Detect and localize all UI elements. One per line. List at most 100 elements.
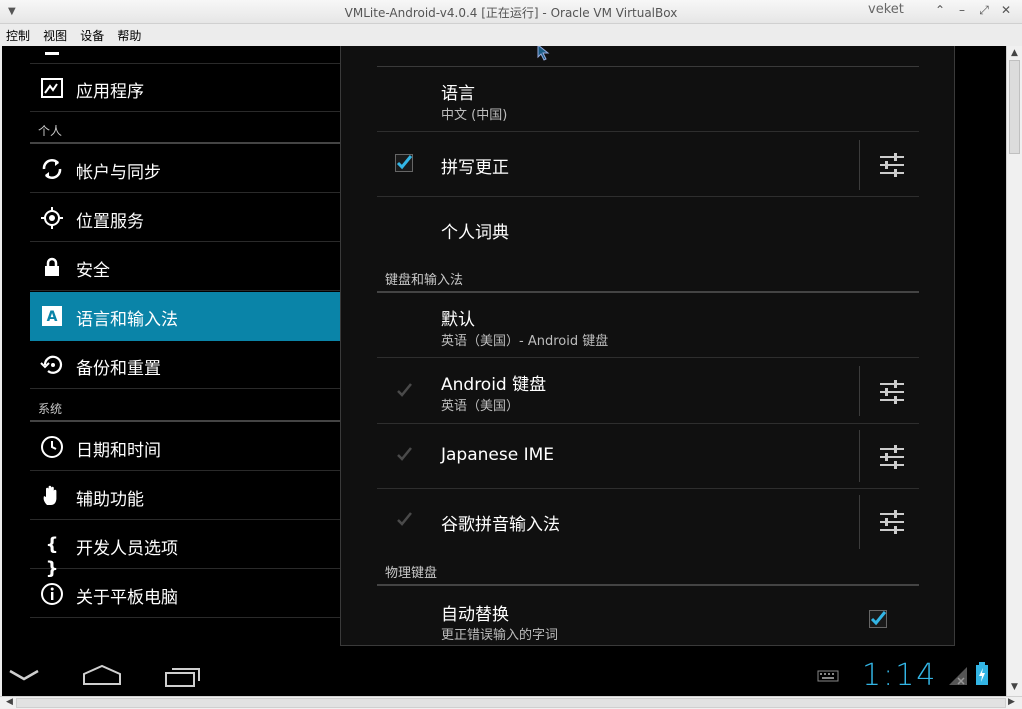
braces-icon: { } [45,534,59,579]
menu-control[interactable]: 控制 [0,24,30,44]
row-title: 语言 [441,84,475,104]
user-name: veket [868,2,904,17]
sidebar-item-backup[interactable]: 备份和重置 [30,341,340,389]
keyboard-notification-icon [817,670,839,682]
back-icon[interactable] [8,668,40,682]
hand-icon [40,484,64,508]
recent-apps-icon[interactable] [164,664,202,688]
sidebar-item-label: 辅助功能 [76,490,144,510]
backup-restore-icon [40,353,64,377]
keyboard-a-icon: A [40,304,64,328]
sidebar-item-label: 帐户与同步 [76,163,161,183]
sidebar-item-label: 安全 [76,261,110,281]
row-language[interactable]: 语言 中文 (中国) [377,67,919,132]
row-title: 拼写更正 [441,158,509,178]
sidebar-item-label: 应用程序 [76,82,144,102]
row-summary: 更正错误输入的字词 [441,628,559,643]
close-button[interactable]: ✕ [998,3,1014,17]
partial-icon [40,46,64,62]
menu-view[interactable]: 视图 [37,24,67,44]
section-divider [30,420,340,422]
maximize-button[interactable]: ⤢ [976,3,992,18]
sidebar-item-label: 开发人员选项 [76,539,178,559]
scroll-right-icon[interactable]: ▶ [1008,697,1015,707]
sidebar-item-developer[interactable]: { } 开发人员选项 [30,521,340,579]
sidebar-item-about[interactable]: 关于平板电脑 [30,570,340,618]
row-summary: 英语（美国）- Android 键盘 [441,334,609,349]
row-personal-dictionary[interactable]: 个人词典 [377,197,919,262]
svg-text:A: A [47,309,58,325]
minimize-button[interactable]: – [954,3,970,17]
row-spellcheck[interactable]: 拼写更正 [377,132,919,197]
window-titlebar: ▼ VMLite-Android-v4.0.4 [正在运行] - Oracle … [0,0,1022,24]
shade-button[interactable]: ⌃ [932,3,948,17]
sidebar-item-label: 日期和时间 [76,441,161,461]
row-default-ime[interactable]: 默认 英语（美国）- Android 键盘 [377,293,919,358]
sidebar-item-location[interactable]: 位置服务 [30,194,340,242]
settings-tune-icon[interactable] [879,152,905,178]
sidebar-item-apps[interactable]: 应用程序 [30,64,340,112]
row-summary: 英语（美国） [441,399,520,414]
scroll-left-icon[interactable]: ◀ [6,697,13,707]
section-personal: 个人 [38,124,63,138]
horizontal-scrollbar[interactable]: ◀ ▶ [0,696,1022,709]
menubar: 控制 视图 设备 帮助 [0,24,1022,46]
sidebar-item-partial[interactable] [30,46,340,64]
row-title: 个人词典 [441,223,509,243]
status-clock: 1:14 [862,658,938,693]
section-divider [30,142,340,144]
row-divider-vertical [859,430,860,482]
vertical-scroll-thumb[interactable] [1009,60,1020,154]
row-divider-vertical [859,495,860,549]
section-system: 系统 [38,402,63,416]
row-title: Android 键盘 [441,375,547,395]
settings-tune-icon[interactable] [879,444,905,470]
sidebar-item-label: 备份和重置 [76,359,161,379]
row-title: 默认 [441,310,475,330]
google-pinyin-checkbox[interactable] [395,511,413,529]
vertical-scrollbar[interactable]: ▲ ▼ [1006,46,1022,696]
sidebar-item-datetime[interactable]: 日期和时间 [30,423,340,471]
horizontal-scroll-thumb[interactable] [16,698,1006,708]
sidebar-item-security[interactable]: 安全 [30,243,340,291]
sync-icon [40,157,64,181]
sidebar-item-label: 关于平板电脑 [76,588,178,608]
scroll-up-icon[interactable]: ▲ [1011,48,1018,58]
location-icon [40,206,64,230]
spellcheck-checkbox[interactable] [395,154,413,172]
row-google-pinyin[interactable]: 谷歌拼音输入法 [377,489,919,554]
scroll-down-icon[interactable]: ▼ [1011,682,1018,692]
info-icon [40,582,64,606]
mouse-cursor-icon [537,46,550,61]
settings-detail-pane[interactable]: 语言 中文 (中国) 拼写更正 个人词典 键盘和输入法 默认 英语（美国）- A… [340,46,955,646]
vm-screen[interactable]: 应用程序 个人 帐户与同步 位置服务 安全 A 语言和输入法 备份和重置 系统 … [2,46,1006,696]
row-android-keyboard[interactable]: Android 键盘 英语（美国） [377,358,919,424]
clock-icon [40,435,64,459]
auto-replace-checkbox[interactable] [869,610,887,628]
lock-icon [40,255,64,279]
battery-charging-icon [976,662,988,685]
sidebar-item-label: 位置服务 [76,212,144,232]
sidebar-item-accounts[interactable]: 帐户与同步 [30,145,340,193]
sidebar-item-language-input[interactable]: A 语言和输入法 [30,292,340,341]
row-title: Japanese IME [441,445,555,465]
row-divider-vertical [859,366,860,416]
home-icon[interactable] [82,664,122,686]
android-keyboard-checkbox[interactable] [395,382,413,400]
sidebar-item-label: 语言和输入法 [76,310,178,330]
row-japanese-ime[interactable]: Japanese IME [377,424,919,489]
settings-sidebar: 应用程序 个人 帐户与同步 位置服务 安全 A 语言和输入法 备份和重置 系统 … [30,46,340,656]
menu-devices[interactable]: 设备 [74,24,104,44]
menu-help[interactable]: 帮助 [111,24,141,44]
settings-tune-icon[interactable] [879,509,905,535]
row-title: 自动替换 [441,605,509,625]
section-keyboard: 键盘和输入法 [385,273,464,288]
row-auto-replace[interactable]: 自动替换 更正错误输入的字词 [377,586,919,646]
section-physical-keyboard: 物理键盘 [385,566,438,581]
sidebar-item-accessibility[interactable]: 辅助功能 [30,472,340,520]
row-summary: 中文 (中国) [441,108,508,123]
android-system-bar: 1:14 [2,656,1006,696]
japanese-ime-checkbox[interactable] [395,446,413,464]
settings-tune-icon[interactable] [879,379,905,405]
apps-icon [40,76,64,100]
